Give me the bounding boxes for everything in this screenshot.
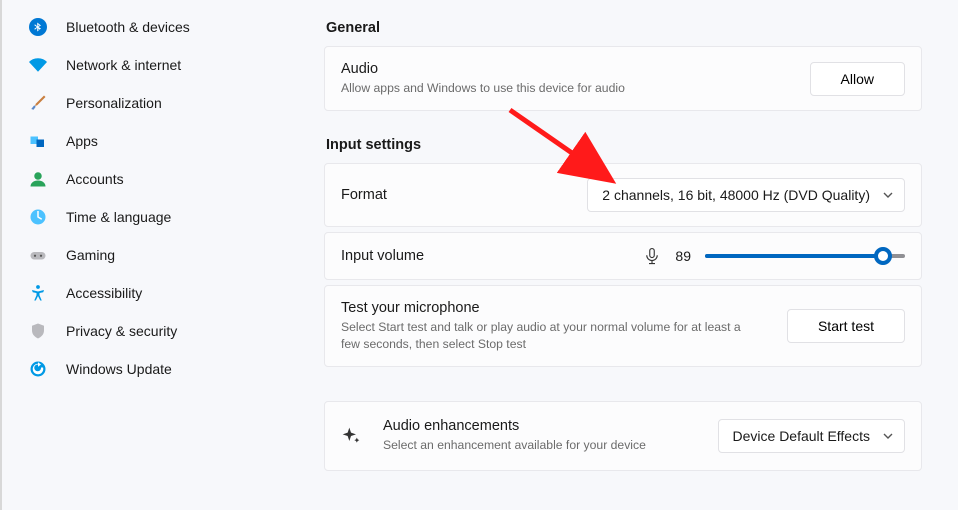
audio-subtitle: Allow apps and Windows to use this devic… — [341, 80, 625, 96]
chevron-down-icon — [882, 189, 894, 201]
input-volume-slider[interactable] — [705, 254, 905, 258]
format-dropdown[interactable]: 2 channels, 16 bit, 48000 Hz (DVD Qualit… — [587, 178, 905, 212]
sidebar-item-windows-update[interactable]: Windows Update — [14, 350, 300, 388]
sidebar-item-apps[interactable]: Apps — [14, 122, 300, 160]
main-content: General Audio Allow apps and Windows to … — [300, 0, 958, 510]
sidebar-item-time-language[interactable]: Time & language — [14, 198, 300, 236]
clock-globe-icon — [28, 207, 48, 227]
start-test-button[interactable]: Start test — [787, 309, 905, 343]
enhancements-card: Audio enhancements Select an enhancement… — [324, 401, 922, 470]
sidebar-item-label: Time & language — [66, 209, 171, 225]
shield-icon — [28, 321, 48, 341]
sidebar-item-label: Accounts — [66, 171, 124, 187]
sidebar-item-label: Windows Update — [66, 361, 172, 377]
brush-icon — [28, 93, 48, 113]
sidebar-item-label: Personalization — [66, 95, 162, 111]
input-volume-value: 89 — [675, 248, 691, 264]
update-icon — [28, 359, 48, 379]
sidebar-item-label: Privacy & security — [66, 323, 177, 339]
enhancements-title: Audio enhancements — [383, 418, 646, 434]
gamepad-icon — [28, 245, 48, 265]
general-section-header: General — [326, 20, 920, 36]
microphone-icon — [643, 247, 661, 265]
chevron-down-icon — [882, 430, 894, 442]
sidebar-item-label: Accessibility — [66, 285, 142, 301]
sidebar-item-privacy[interactable]: Privacy & security — [14, 312, 300, 350]
sidebar-item-gaming[interactable]: Gaming — [14, 236, 300, 274]
wifi-icon — [28, 55, 48, 75]
sidebar-item-network[interactable]: Network & internet — [14, 46, 300, 84]
enhancements-value: Device Default Effects — [733, 428, 870, 444]
enhancements-subtitle: Select an enhancement available for your… — [383, 437, 646, 453]
input-settings-header: Input settings — [326, 137, 920, 153]
sidebar-item-accessibility[interactable]: Accessibility — [14, 274, 300, 312]
sidebar-item-accounts[interactable]: Accounts — [14, 160, 300, 198]
audio-title: Audio — [341, 61, 625, 77]
format-card: Format 2 channels, 16 bit, 48000 Hz (DVD… — [324, 163, 922, 227]
mic-test-subtitle: Select Start test and talk or play audio… — [341, 319, 761, 352]
person-icon — [28, 169, 48, 189]
accessibility-icon — [28, 283, 48, 303]
audio-card: Audio Allow apps and Windows to use this… — [324, 46, 922, 111]
format-value: 2 channels, 16 bit, 48000 Hz (DVD Qualit… — [602, 187, 870, 203]
mic-test-card: Test your microphone Select Start test a… — [324, 285, 922, 367]
sidebar-item-label: Gaming — [66, 247, 115, 263]
format-label: Format — [341, 187, 387, 203]
mic-test-title: Test your microphone — [341, 300, 761, 316]
sidebar-item-bluetooth[interactable]: Bluetooth & devices — [14, 8, 300, 46]
enhancements-dropdown[interactable]: Device Default Effects — [718, 419, 905, 453]
allow-button[interactable]: Allow — [810, 62, 905, 96]
sidebar-item-label: Network & internet — [66, 57, 181, 73]
sparkle-icon — [341, 426, 361, 446]
sidebar-item-personalization[interactable]: Personalization — [14, 84, 300, 122]
input-volume-label: Input volume — [341, 248, 424, 264]
sidebar-item-label: Bluetooth & devices — [66, 19, 190, 35]
apps-icon — [28, 131, 48, 151]
input-volume-card: Input volume 89 — [324, 232, 922, 280]
sidebar: Bluetooth & devices Network & internet P… — [0, 0, 300, 510]
bluetooth-icon — [28, 17, 48, 37]
sidebar-item-label: Apps — [66, 133, 98, 149]
